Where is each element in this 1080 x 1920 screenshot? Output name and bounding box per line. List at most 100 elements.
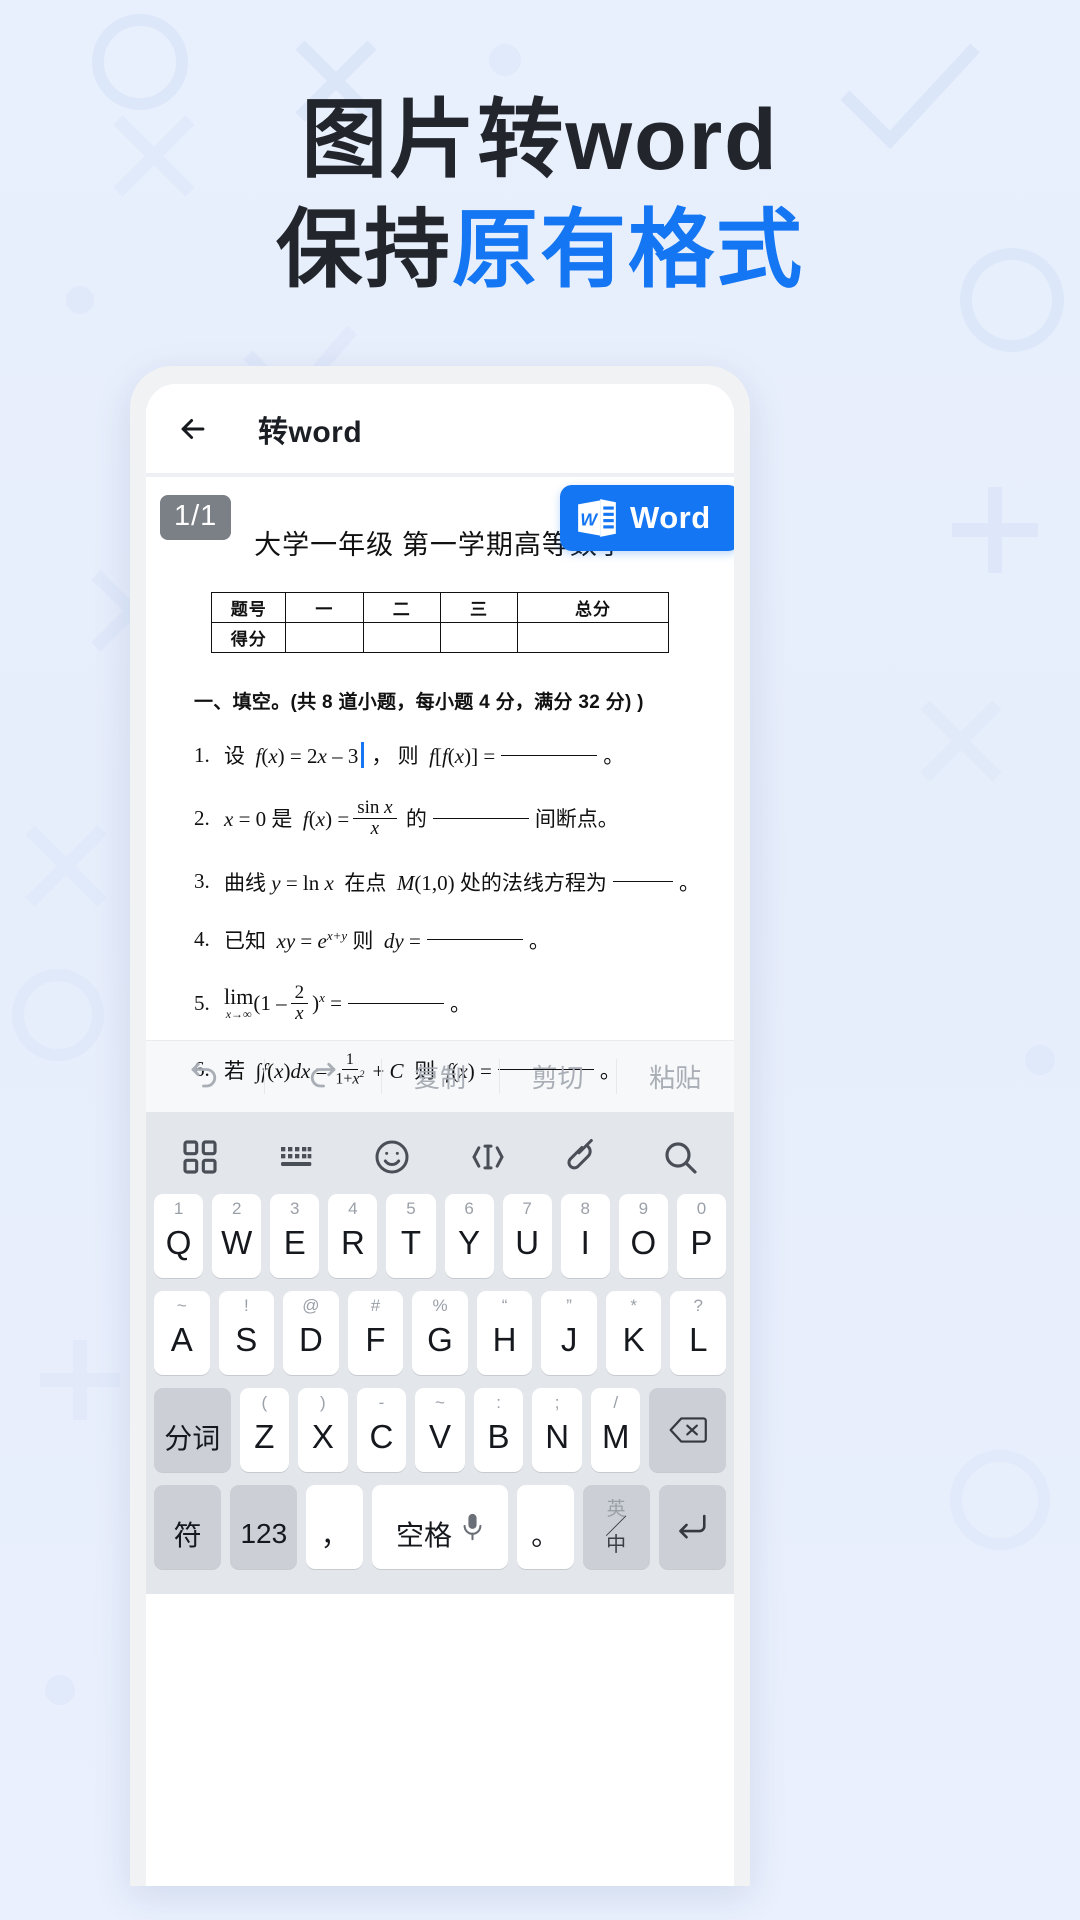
export-word-button[interactable]: W Word [560, 485, 734, 551]
section-heading: 一、填空。(共 8 道小题，每小题 4 分，满分 32 分) ) [194, 692, 644, 713]
undo-button[interactable] [146, 1041, 264, 1112]
key-language-toggle[interactable]: 英 ／ 中 [582, 1485, 650, 1569]
key-enter[interactable] [658, 1485, 726, 1569]
key-backspace[interactable] [649, 1388, 726, 1472]
undo-icon [191, 1062, 216, 1087]
answer-blank [501, 754, 598, 756]
app-bar: 转word [146, 384, 734, 474]
key-p[interactable]: 0P [676, 1194, 726, 1278]
score-table: 题号 一 二 三 总分 得分 [211, 592, 669, 653]
table-cell [517, 622, 669, 653]
phone-mockup: 转word 1/1 W Word 大学一年级 第一学期高等数学 题号 一 二 三… [130, 366, 750, 1886]
table-cell: 题号 [211, 592, 287, 623]
table-row: 题号 一 二 三 总分 [211, 592, 669, 623]
redo-icon [311, 1062, 336, 1087]
clipboard-link-icon[interactable] [564, 1137, 604, 1177]
key-k[interactable]: * K [605, 1291, 662, 1375]
key-m[interactable]: / M [590, 1388, 641, 1472]
table-cell [439, 622, 519, 653]
key-c[interactable]: -C [356, 1388, 407, 1472]
key-l[interactable]: ? L [670, 1291, 727, 1375]
keyboard: 1Q 2W 3E 4R 5T 6Y 7U 8I 9O 0P ~ A ! S @ D #… [146, 1112, 734, 1594]
fraction-2-over-x: 2x [290, 982, 309, 1024]
apps-grid-icon[interactable] [180, 1137, 220, 1177]
key-numbers[interactable]: 123 [230, 1485, 298, 1569]
table-cell: 三 [439, 592, 519, 623]
key-x[interactable]: ) X [298, 1388, 348, 1472]
emoji-icon[interactable] [372, 1137, 412, 1177]
export-word-label: Word [630, 500, 711, 535]
search-icon[interactable] [660, 1137, 700, 1177]
table-cell: 一 [285, 592, 364, 623]
keyboard-icon[interactable] [276, 1137, 316, 1177]
key-t[interactable]: 5T [386, 1194, 436, 1278]
question-item: 2. x = 0 是 f(x) = sin xx 的间断点。 [194, 797, 619, 839]
table-cell: 总分 [517, 592, 669, 623]
key-z[interactable]: (Z [239, 1388, 290, 1472]
question-item: 3. 曲线 y = ln x 在点 M(1,0) 处的法线方程为。 [194, 869, 700, 895]
question-item: 1. 设 f(x) = 2x – 3， 则 f[f(x)] =。 [194, 742, 625, 768]
key-r[interactable]: 4R [328, 1194, 378, 1278]
arrow-left-icon[interactable] [176, 412, 210, 446]
table-cell [285, 622, 364, 653]
redo-button[interactable] [263, 1041, 382, 1112]
enter-icon [679, 1514, 706, 1539]
paste-button[interactable]: 粘贴 [616, 1041, 734, 1112]
table-cell: 二 [362, 592, 441, 623]
key-comma[interactable]: ， [306, 1485, 363, 1569]
headline-line-2-accent: 原有格式 [452, 202, 804, 299]
text-caret [361, 742, 365, 768]
page-indicator-badge: 1/1 [160, 495, 232, 540]
document-viewer[interactable]: 1/1 W Word 大学一年级 第一学期高等数学 题号 一 二 三 总分 得分… [146, 474, 734, 1087]
question-number: 1. [194, 742, 210, 767]
answer-blank [432, 817, 529, 819]
key-n[interactable]: ; N [532, 1388, 582, 1472]
key-v[interactable]: ~ V [415, 1388, 465, 1472]
headline-line-2-prefix: 保持 [276, 202, 452, 299]
key-o[interactable]: 9O [618, 1194, 668, 1278]
key-e[interactable]: 3E [270, 1194, 320, 1278]
key-s[interactable]: ! S [218, 1291, 275, 1375]
keyboard-row-3: 分词 (Z ) X -C ~ V :B ; N / M [146, 1388, 734, 1472]
question-number: 4. [194, 927, 210, 952]
key-h[interactable]: “H [476, 1291, 533, 1375]
question-number: 2. [194, 805, 210, 830]
fraction-sin-x-over-x: sin xx [353, 798, 397, 839]
key-q[interactable]: 1Q [154, 1194, 204, 1278]
phone-screen: 转word 1/1 W Word 大学一年级 第一学期高等数学 题号 一 二 三… [146, 384, 734, 1886]
key-d[interactable]: @ D [283, 1291, 339, 1375]
svg-text:W: W [580, 509, 599, 529]
text-cursor-icon[interactable] [468, 1137, 508, 1177]
headline: 图片转word 保持原有格式 [0, 85, 1080, 305]
question-item: 5. lim x→∞ (1 – 2x )x =。 [194, 981, 471, 1024]
key-f[interactable]: # F [347, 1291, 404, 1375]
key-symbols[interactable]: 符 [154, 1485, 222, 1569]
headline-line-1: 图片转word [301, 92, 779, 188]
key-w[interactable]: 2W [212, 1194, 262, 1278]
key-period[interactable]: 。 [517, 1485, 574, 1569]
copy-button[interactable]: 复制 [381, 1041, 499, 1112]
table-cell [362, 622, 441, 653]
headline-line-2: 保持原有格式 [0, 195, 1080, 305]
key-u[interactable]: 7U [502, 1194, 552, 1278]
key-y[interactable]: 6Y [444, 1194, 494, 1278]
limit-operator: lim x→∞ [224, 984, 254, 1022]
document-page: 大学一年级 第一学期高等数学 题号 一 二 三 总分 得分 一、填空。(共 8 … [146, 477, 734, 1126]
key-space[interactable]: 空格 [372, 1485, 508, 1569]
word-logo-icon: W [578, 499, 616, 537]
key-b[interactable]: :B [473, 1388, 524, 1472]
key-g[interactable]: % G [412, 1291, 468, 1375]
table-row: 得分 [211, 622, 669, 653]
key-j[interactable]: ” J [541, 1291, 597, 1375]
backspace-icon [669, 1417, 707, 1443]
question-number: 3. [194, 869, 210, 894]
keyboard-row-4: 符 123 ， 空格 。 英 ／ 中 [146, 1485, 734, 1569]
key-i[interactable]: 8I [560, 1194, 610, 1278]
key-a[interactable]: ~ A [153, 1291, 210, 1375]
keyboard-toolbar [146, 1120, 734, 1194]
page-title: 转word [258, 415, 363, 449]
key-segment-word[interactable]: 分词 [154, 1388, 231, 1472]
question-number: 5. [194, 990, 210, 1015]
cut-button[interactable]: 剪切 [498, 1041, 617, 1112]
question-item: 4. 已知 xy = ex+y 则 dy =。 [194, 927, 550, 953]
